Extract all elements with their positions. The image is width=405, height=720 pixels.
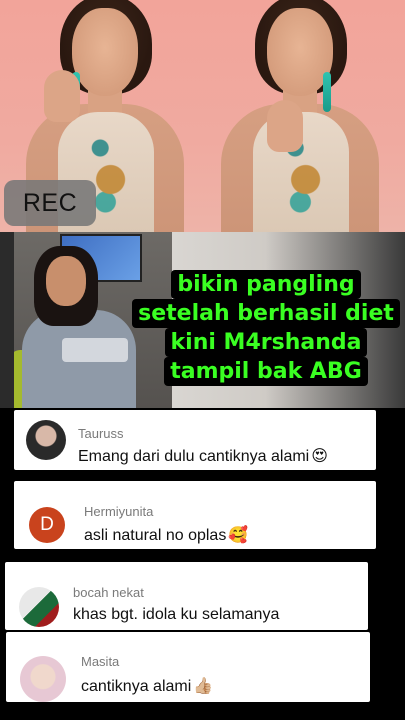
caption-overlay: bikin pangling setelah berhasil diet kin… bbox=[128, 270, 404, 386]
comment-username[interactable]: Masita bbox=[81, 654, 119, 669]
caption-line: kini M4rshanda bbox=[164, 328, 368, 357]
comment-text: khas bgt. idola ku selamanya bbox=[73, 606, 280, 623]
rec-badge: REC bbox=[4, 180, 96, 226]
avatar[interactable] bbox=[19, 587, 59, 627]
comment-card[interactable]: Masita cantiknya alami 👍🏼 bbox=[6, 632, 370, 702]
avatar[interactable] bbox=[26, 420, 66, 460]
comment-text: cantiknya alami 👍🏼 bbox=[81, 678, 214, 695]
heart-eyes-emoji-icon: 😍 bbox=[311, 448, 328, 465]
comment-card[interactable]: bocah nekat khas bgt. idola ku selamanya bbox=[5, 562, 368, 630]
comment-text: Emang dari dulu cantiknya alami 😍 bbox=[78, 448, 328, 465]
avatar[interactable] bbox=[20, 656, 66, 702]
comment-card[interactable]: Tauruss Emang dari dulu cantiknya alami 😍 bbox=[14, 410, 376, 470]
comment-card[interactable]: D Hermiyunita asli natural no oplas 🥰 bbox=[14, 481, 376, 549]
comment-text: asli natural no oplas 🥰 bbox=[84, 527, 249, 544]
avatar[interactable]: D bbox=[29, 507, 65, 543]
caption-line: bikin pangling bbox=[171, 270, 361, 299]
caption-line: tampil bak ABG bbox=[164, 357, 368, 386]
caption-line: setelah berhasil diet bbox=[132, 299, 400, 328]
portrait-photo-right bbox=[215, 0, 385, 232]
smiling-hearts-emoji-icon: 🥰 bbox=[228, 527, 249, 544]
comment-username[interactable]: Tauruss bbox=[78, 426, 124, 441]
thumbs-up-emoji-icon: 👍🏼 bbox=[193, 678, 214, 695]
comment-username[interactable]: Hermiyunita bbox=[84, 504, 153, 519]
comment-username[interactable]: bocah nekat bbox=[73, 585, 144, 600]
